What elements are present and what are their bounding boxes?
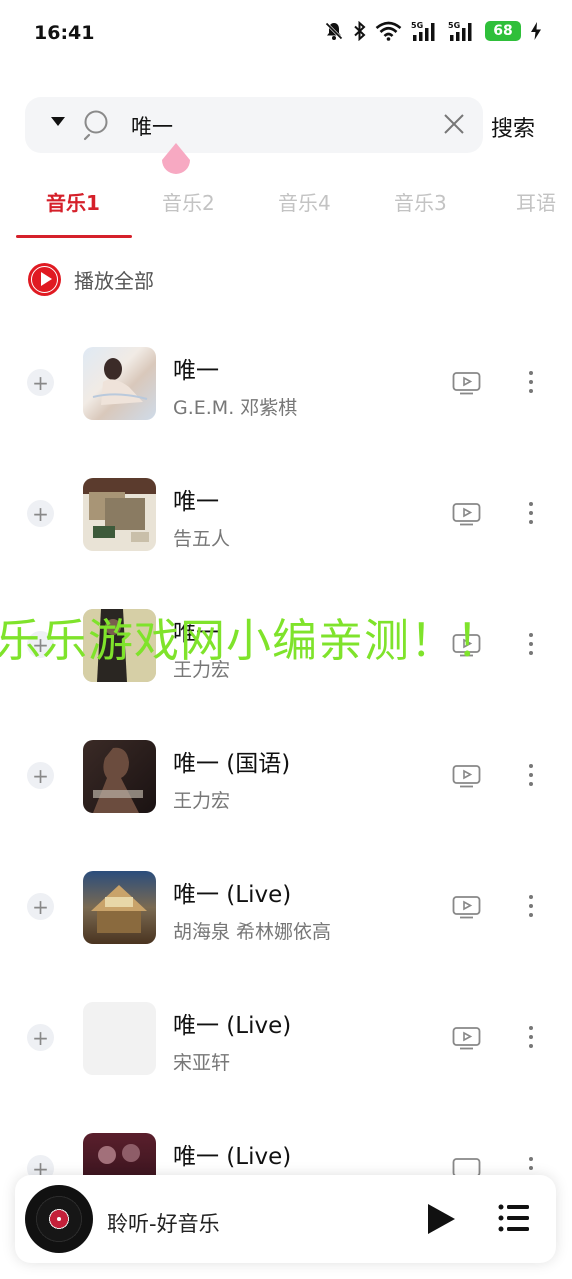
album-art-image bbox=[83, 478, 156, 542]
more-options-icon[interactable] bbox=[522, 1022, 540, 1056]
more-options-icon[interactable] bbox=[522, 760, 540, 794]
song-row[interactable]: + 唯一 告五人 bbox=[0, 478, 572, 574]
song-row[interactable]: + 唯一 (Live) 宋亚轩 bbox=[0, 1002, 572, 1098]
song-artist: 王力宏 bbox=[173, 790, 231, 812]
add-song-button[interactable]: + bbox=[27, 1024, 54, 1051]
add-song-button[interactable]: + bbox=[27, 500, 54, 527]
active-tab-indicator bbox=[16, 235, 132, 238]
add-song-button[interactable]: + bbox=[27, 369, 54, 396]
mv-video-icon[interactable] bbox=[452, 1026, 482, 1050]
search-button[interactable]: 搜索 bbox=[491, 111, 535, 143]
mute-bell-icon bbox=[325, 22, 343, 40]
album-cover bbox=[83, 871, 156, 944]
more-options-icon[interactable] bbox=[522, 891, 540, 925]
mv-video-icon[interactable] bbox=[452, 502, 482, 526]
svg-text:5G: 5G bbox=[448, 21, 460, 30]
tab-music4[interactable]: 音乐4 bbox=[278, 187, 331, 216]
song-title: 唯一 (Live) bbox=[173, 1013, 292, 1039]
text-cursor-handle[interactable] bbox=[160, 142, 192, 178]
play-all-label: 播放全部 bbox=[74, 269, 154, 293]
svg-text:5G: 5G bbox=[411, 21, 423, 30]
album-art-image bbox=[93, 747, 143, 813]
search-scope-dropdown-icon[interactable] bbox=[51, 117, 65, 126]
mv-video-icon[interactable] bbox=[452, 895, 482, 919]
song-title: 唯一 bbox=[173, 620, 219, 646]
status-time: 16:41 bbox=[34, 22, 95, 44]
tab-music2[interactable]: 音乐2 bbox=[162, 187, 215, 216]
status-bar: 16:41 5G 5G 68 bbox=[0, 0, 572, 66]
song-artist: 宋亚轩 bbox=[173, 1052, 231, 1074]
search-input[interactable]: 唯一 bbox=[131, 111, 173, 141]
battery-icon: 68 bbox=[485, 21, 521, 41]
tab-music3[interactable]: 音乐3 bbox=[394, 187, 447, 216]
more-options-icon[interactable] bbox=[522, 498, 540, 532]
song-title: 唯一 bbox=[173, 358, 219, 384]
playlist-icon[interactable] bbox=[498, 1203, 530, 1233]
song-artist: G.E.M. 邓紫棋 bbox=[173, 397, 298, 419]
song-title: 唯一 bbox=[173, 489, 219, 515]
mv-video-icon[interactable] bbox=[452, 633, 482, 657]
mv-video-icon[interactable] bbox=[452, 371, 482, 395]
play-icon[interactable] bbox=[428, 1204, 455, 1234]
play-circle-icon bbox=[28, 263, 61, 296]
song-artist: 胡海泉 希林娜依高 bbox=[173, 921, 332, 943]
song-artist: 王力宏 bbox=[173, 659, 231, 681]
signal-5g-icon: 5G bbox=[448, 21, 472, 41]
song-title: 唯一 (国语) bbox=[173, 751, 291, 777]
charging-icon bbox=[531, 22, 541, 40]
song-title: 唯一 (Live) bbox=[173, 1144, 292, 1170]
tab-whisper[interactable]: 耳语 bbox=[516, 187, 556, 216]
song-title: 唯一 (Live) bbox=[173, 882, 292, 908]
song-artist: 告五人 bbox=[173, 528, 231, 550]
clear-search-icon[interactable] bbox=[443, 113, 465, 135]
mini-player-bar[interactable]: 聆听-好音乐 bbox=[15, 1175, 556, 1263]
album-cover bbox=[83, 478, 156, 551]
album-cover bbox=[83, 609, 156, 682]
search-icon bbox=[83, 110, 108, 141]
add-song-button[interactable]: + bbox=[27, 631, 54, 658]
album-cover-placeholder bbox=[83, 1002, 156, 1075]
album-cover bbox=[83, 740, 156, 813]
album-art-image bbox=[91, 885, 147, 933]
tab-music1[interactable]: 音乐1 bbox=[46, 187, 100, 216]
search-bar[interactable]: 唯一 bbox=[25, 97, 483, 153]
now-playing-title: 聆听-好音乐 bbox=[107, 1212, 220, 1236]
album-art-image bbox=[83, 609, 156, 682]
add-song-button[interactable]: + bbox=[27, 893, 54, 920]
signal-5g-icon: 5G bbox=[411, 21, 435, 41]
song-row[interactable]: + 唯一 G.E.M. 邓紫棋 bbox=[0, 347, 572, 443]
more-options-icon[interactable] bbox=[522, 629, 540, 663]
bluetooth-icon bbox=[354, 21, 366, 41]
play-all-button[interactable]: 播放全部 bbox=[28, 263, 154, 296]
song-row[interactable]: + 唯一 王力宏 bbox=[0, 609, 572, 705]
song-row[interactable]: + 唯一 (国语) 王力宏 bbox=[0, 740, 572, 836]
song-row[interactable]: + 唯一 (Live) 胡海泉 希林娜依高 bbox=[0, 871, 572, 967]
album-art-image bbox=[92, 358, 148, 405]
vinyl-disc-icon[interactable] bbox=[25, 1185, 93, 1253]
search-results-screen: 16:41 5G 5G 68 唯一 搜索 音乐1 音乐2 音乐4 音乐3 耳语 … bbox=[0, 0, 572, 1279]
category-tabs: 音乐1 音乐2 音乐4 音乐3 耳语 bbox=[0, 185, 572, 240]
album-cover bbox=[83, 347, 156, 420]
status-icons: 5G 5G 68 bbox=[324, 20, 542, 42]
add-song-button[interactable]: + bbox=[27, 762, 54, 789]
mv-video-icon[interactable] bbox=[452, 764, 482, 788]
wifi-icon bbox=[375, 21, 402, 41]
more-options-icon[interactable] bbox=[522, 367, 540, 401]
